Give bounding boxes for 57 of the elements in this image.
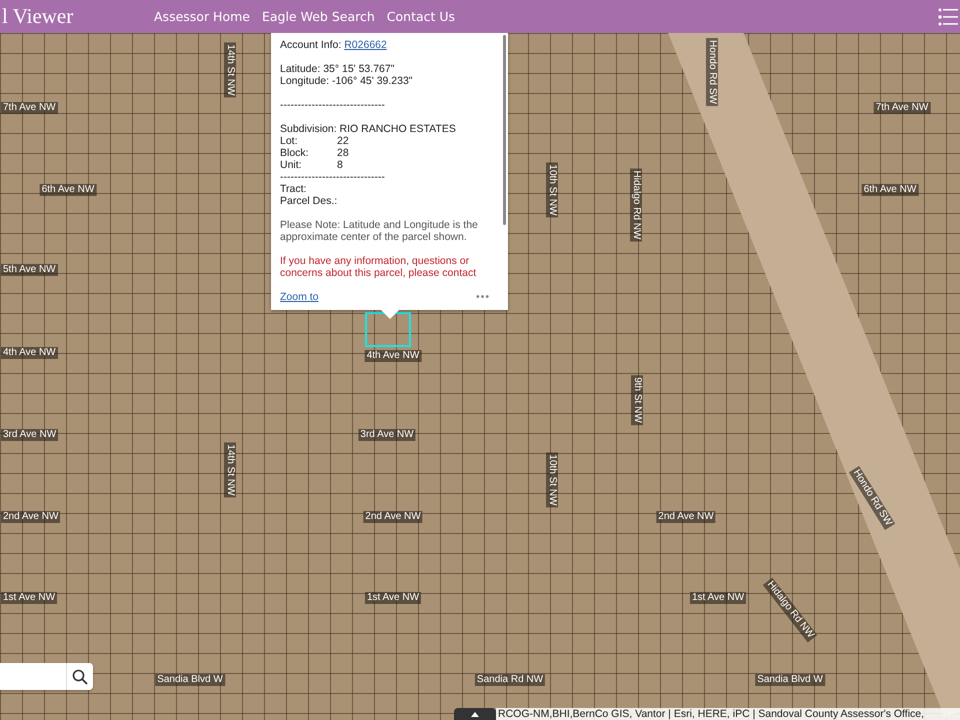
street-label: 9th St NW xyxy=(631,375,643,425)
street-label: 7th Ave NW xyxy=(874,102,930,114)
street-label: 10th St NW xyxy=(546,452,558,508)
street-label: 14th St NW xyxy=(224,442,236,498)
street-label: 3rd Ave NW xyxy=(358,429,416,441)
street-label: 5th Ave NW xyxy=(1,264,58,276)
field-label: Lot: xyxy=(280,135,299,147)
street-label: 2nd Ave NW xyxy=(1,511,60,523)
street-label: 1st Ave NW xyxy=(690,592,746,604)
field-value: 8 xyxy=(337,159,343,171)
more-actions-button[interactable]: ••• xyxy=(476,291,490,303)
expand-button[interactable] xyxy=(454,708,496,720)
street-label: Sandia Blvd W xyxy=(755,674,825,686)
tract-label: Tract: xyxy=(280,183,308,195)
parcel-description-label: Parcel Des.: xyxy=(280,195,338,207)
street-label: Sandia Rd NW xyxy=(474,674,546,686)
street-label: Sandia Blvd W xyxy=(155,674,225,686)
note-text: Please Note: Latitude and Longitude is the approximate center of the parcel shown. xyxy=(280,219,479,243)
selected-parcel-outline xyxy=(365,312,411,347)
latitude-text: Latitude: 35° 15' 53.767" xyxy=(280,63,396,75)
attribution-text: RCOG-NM,BHI,BernCo GIS, Vantor | Esri, HERE, iPC | Sandoval County Assessor's Office, xyxy=(496,708,960,720)
street-label: 2nd Ave NW xyxy=(656,511,716,523)
nav-link[interactable]: Assessor Home xyxy=(154,9,250,24)
search-icon xyxy=(72,668,88,684)
divider-text: ------------------------------ xyxy=(280,99,386,111)
zoom-to-link[interactable]: Zoom to xyxy=(280,291,319,303)
field-value: 28 xyxy=(337,147,349,159)
subdivision-text: Subdivision: RIO RANCHO ESTATES xyxy=(280,123,457,135)
list-menu-icon[interactable] xyxy=(938,6,958,26)
nav-link[interactable]: Contact Us xyxy=(386,9,456,24)
field-label: Unit: xyxy=(280,159,303,171)
longitude-text: Longitude: -106° 45' 39.233" xyxy=(280,75,414,87)
street-label: Hidalgo Rd NW xyxy=(630,168,642,242)
street-label: 6th Ave NW xyxy=(862,184,918,196)
account-link[interactable]: R026662 xyxy=(344,39,387,51)
street-label: 1st Ave NW xyxy=(364,592,422,604)
warning-text: If you have any information, questions or concerns about this parcel, please contact xyxy=(280,255,478,279)
divider-text: ------------------------------ xyxy=(280,171,386,183)
field-value: 22 xyxy=(337,135,349,147)
street-label: 1st Ave NW xyxy=(1,592,58,604)
search-button[interactable] xyxy=(66,663,93,690)
caret-up-icon xyxy=(471,712,479,716)
street-label: 4th Ave NW xyxy=(1,347,58,359)
street-label: 10th St NW xyxy=(546,162,558,218)
field-label: Block: xyxy=(280,147,310,159)
scrollbar-thumb[interactable] xyxy=(503,35,506,225)
nav-link[interactable]: Eagle Web Search xyxy=(262,9,375,24)
search-field[interactable] xyxy=(0,663,93,690)
account-info-label: Account Info: xyxy=(280,39,342,51)
app-title: l Viewer xyxy=(2,4,74,29)
street-label: Hondo Rd SW xyxy=(706,38,718,106)
street-label: 2nd Ave NW xyxy=(363,511,423,523)
street-label: 7th Ave NW xyxy=(1,102,58,114)
street-label: 14th St NW xyxy=(224,42,236,98)
street-label: 3rd Ave NW xyxy=(1,429,58,441)
street-label: 6th Ave NW xyxy=(40,184,96,196)
street-label: 4th Ave NW xyxy=(364,350,422,362)
